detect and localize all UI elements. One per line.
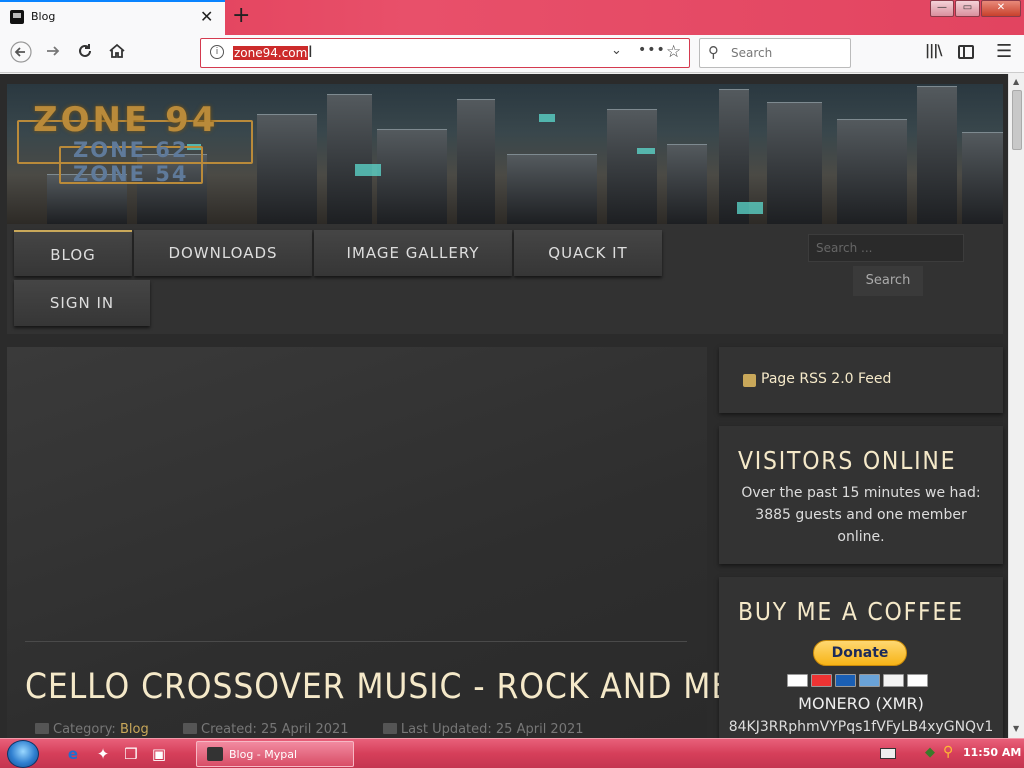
- forward-arrow-icon[interactable]: [40, 41, 66, 66]
- site-search-input[interactable]: Search ...: [808, 234, 964, 262]
- back-arrow-icon[interactable]: [8, 41, 34, 68]
- window-close-button[interactable]: ✕: [981, 0, 1021, 17]
- os-taskbar: e ✦ ❒ ▣ Blog - Mypal ◆ ⚲ 11:50 AM: [0, 738, 1024, 768]
- address-bar[interactable]: i zone94.com I ⌄ ••• ☆: [200, 38, 690, 68]
- folder-icon: [35, 723, 49, 734]
- menu-item-blog[interactable]: BLOG: [14, 230, 132, 276]
- visitors-text: Over the past 15 minutes we had: 3885 gu…: [741, 485, 981, 545]
- home-icon[interactable]: [104, 41, 130, 66]
- browser-search-placeholder: Search: [731, 46, 773, 60]
- logo-sub-line-1: ZONE 62: [73, 138, 189, 162]
- scroll-up-icon[interactable]: ▲: [1013, 77, 1019, 86]
- web-page-viewport: ZONE 94 ZONE 62 ZONE 54 BLOG DOWNLOADS I…: [0, 74, 1008, 738]
- menu-item-downloads[interactable]: DOWNLOADS: [134, 230, 312, 276]
- rss-feed-link[interactable]: Page RSS 2.0 Feed: [761, 371, 891, 387]
- rss-icon: [743, 374, 756, 387]
- cube-app-icon[interactable]: ❒: [122, 745, 140, 763]
- address-url[interactable]: zone94.com: [233, 46, 309, 60]
- site-search-button[interactable]: Search: [853, 266, 923, 296]
- coffee-title: BUY ME A COFFEE: [738, 597, 964, 626]
- site-favicon-icon: [10, 10, 24, 24]
- visitors-title: VISITORS ONLINE: [738, 446, 957, 475]
- coffee-widget: BUY ME A COFFEE Donate MONERO (XMR) 84KJ…: [719, 577, 1003, 738]
- monero-label: MONERO (XMR): [798, 694, 924, 713]
- logo-sub-line-2: ZONE 54: [73, 162, 189, 186]
- window-minimize-button[interactable]: —: [930, 0, 954, 17]
- browser-launcher-icon[interactable]: ✦: [94, 745, 112, 763]
- site-info-icon[interactable]: i: [210, 45, 224, 59]
- window-maximize-button[interactable]: ▭: [955, 0, 980, 17]
- rss-widget: Page RSS 2.0 Feed: [719, 347, 1003, 413]
- sidebar-toggle-icon[interactable]: [958, 45, 974, 59]
- system-clock[interactable]: 11:50 AM: [963, 746, 1021, 759]
- updated-date: Last Updated: 25 April 2021: [400, 722, 584, 737]
- tray-search-icon[interactable]: ⚲: [943, 744, 953, 760]
- site-nav-menu: BLOG DOWNLOADS IMAGE GALLERY QUACK IT SI…: [7, 224, 1003, 334]
- tab-title: Blog: [31, 10, 56, 23]
- page-scrollbar[interactable]: ▲ ▼: [1008, 74, 1024, 738]
- article-title[interactable]: CELLO CROSSOVER MUSIC - ROCK AND METAL: [25, 667, 791, 707]
- category-link[interactable]: Blog: [120, 722, 149, 737]
- search-icon: ⚲: [708, 43, 719, 61]
- keyboard-icon[interactable]: [880, 748, 896, 759]
- menu-item-quack-it[interactable]: QUACK IT: [514, 230, 662, 276]
- site-header-banner: ZONE 94 ZONE 62 ZONE 54: [7, 84, 1003, 224]
- start-button[interactable]: [7, 740, 39, 768]
- menu-item-sign-in[interactable]: SIGN IN: [14, 280, 150, 326]
- created-date: Created: 25 April 2021: [201, 722, 349, 737]
- reload-icon[interactable]: [72, 41, 98, 66]
- browser-search-field[interactable]: ⚲ Search: [699, 38, 851, 68]
- article-meta: Category: Blog Created: 25 April 2021 La…: [35, 722, 584, 737]
- payment-cards-icon: [787, 674, 937, 687]
- text-cursor-icon: I: [308, 42, 313, 61]
- hamburger-menu-icon[interactable]: ☰: [996, 41, 1012, 62]
- taskbar-active-window[interactable]: Blog - Mypal: [196, 741, 354, 767]
- browser-tab-strip: Blog ✕ + — ▭ ✕: [0, 0, 1024, 35]
- internet-explorer-icon[interactable]: e: [64, 745, 82, 763]
- article-panel: CELLO CROSSOVER MUSIC - ROCK AND METAL C…: [7, 347, 790, 738]
- taskbar-window-label: Blog - Mypal: [229, 748, 298, 761]
- bookmark-star-icon[interactable]: ☆: [666, 42, 681, 62]
- visitors-widget: VISITORS ONLINE Over the past 15 minutes…: [719, 426, 1003, 564]
- library-icon[interactable]: |||\: [925, 43, 942, 59]
- category-label: Category:: [53, 722, 116, 737]
- browser-tab[interactable]: Blog ✕: [0, 0, 225, 35]
- scroll-down-icon[interactable]: ▼: [1013, 724, 1019, 733]
- calendar-icon: [183, 723, 197, 734]
- site-logo-sub: ZONE 62 ZONE 54: [73, 138, 189, 186]
- new-tab-button[interactable]: +: [232, 2, 250, 30]
- menu-item-image-gallery[interactable]: IMAGE GALLERY: [314, 230, 512, 276]
- divider: [25, 641, 687, 642]
- scrollbar-thumb[interactable]: [1012, 90, 1022, 150]
- monero-address[interactable]: 84KJ3RRphmVYPqs1fVFyLB4xyGNQv1: [719, 719, 1003, 735]
- site-logo[interactable]: ZONE 94: [33, 100, 218, 140]
- tab-close-icon[interactable]: ✕: [200, 7, 213, 26]
- network-icon[interactable]: ◆: [925, 745, 935, 760]
- history-dropdown-icon[interactable]: ⌄: [611, 43, 622, 58]
- calendar-icon: [382, 723, 397, 734]
- mypal-icon: [207, 747, 223, 761]
- browser-toolbar: i zone94.com I ⌄ ••• ☆ ⚲ Search |||\ ☰: [0, 35, 1024, 73]
- app-launcher-icon[interactable]: ▣: [150, 745, 168, 763]
- paypal-donate-button[interactable]: Donate: [813, 640, 907, 666]
- page-actions-icon[interactable]: •••: [638, 42, 666, 58]
